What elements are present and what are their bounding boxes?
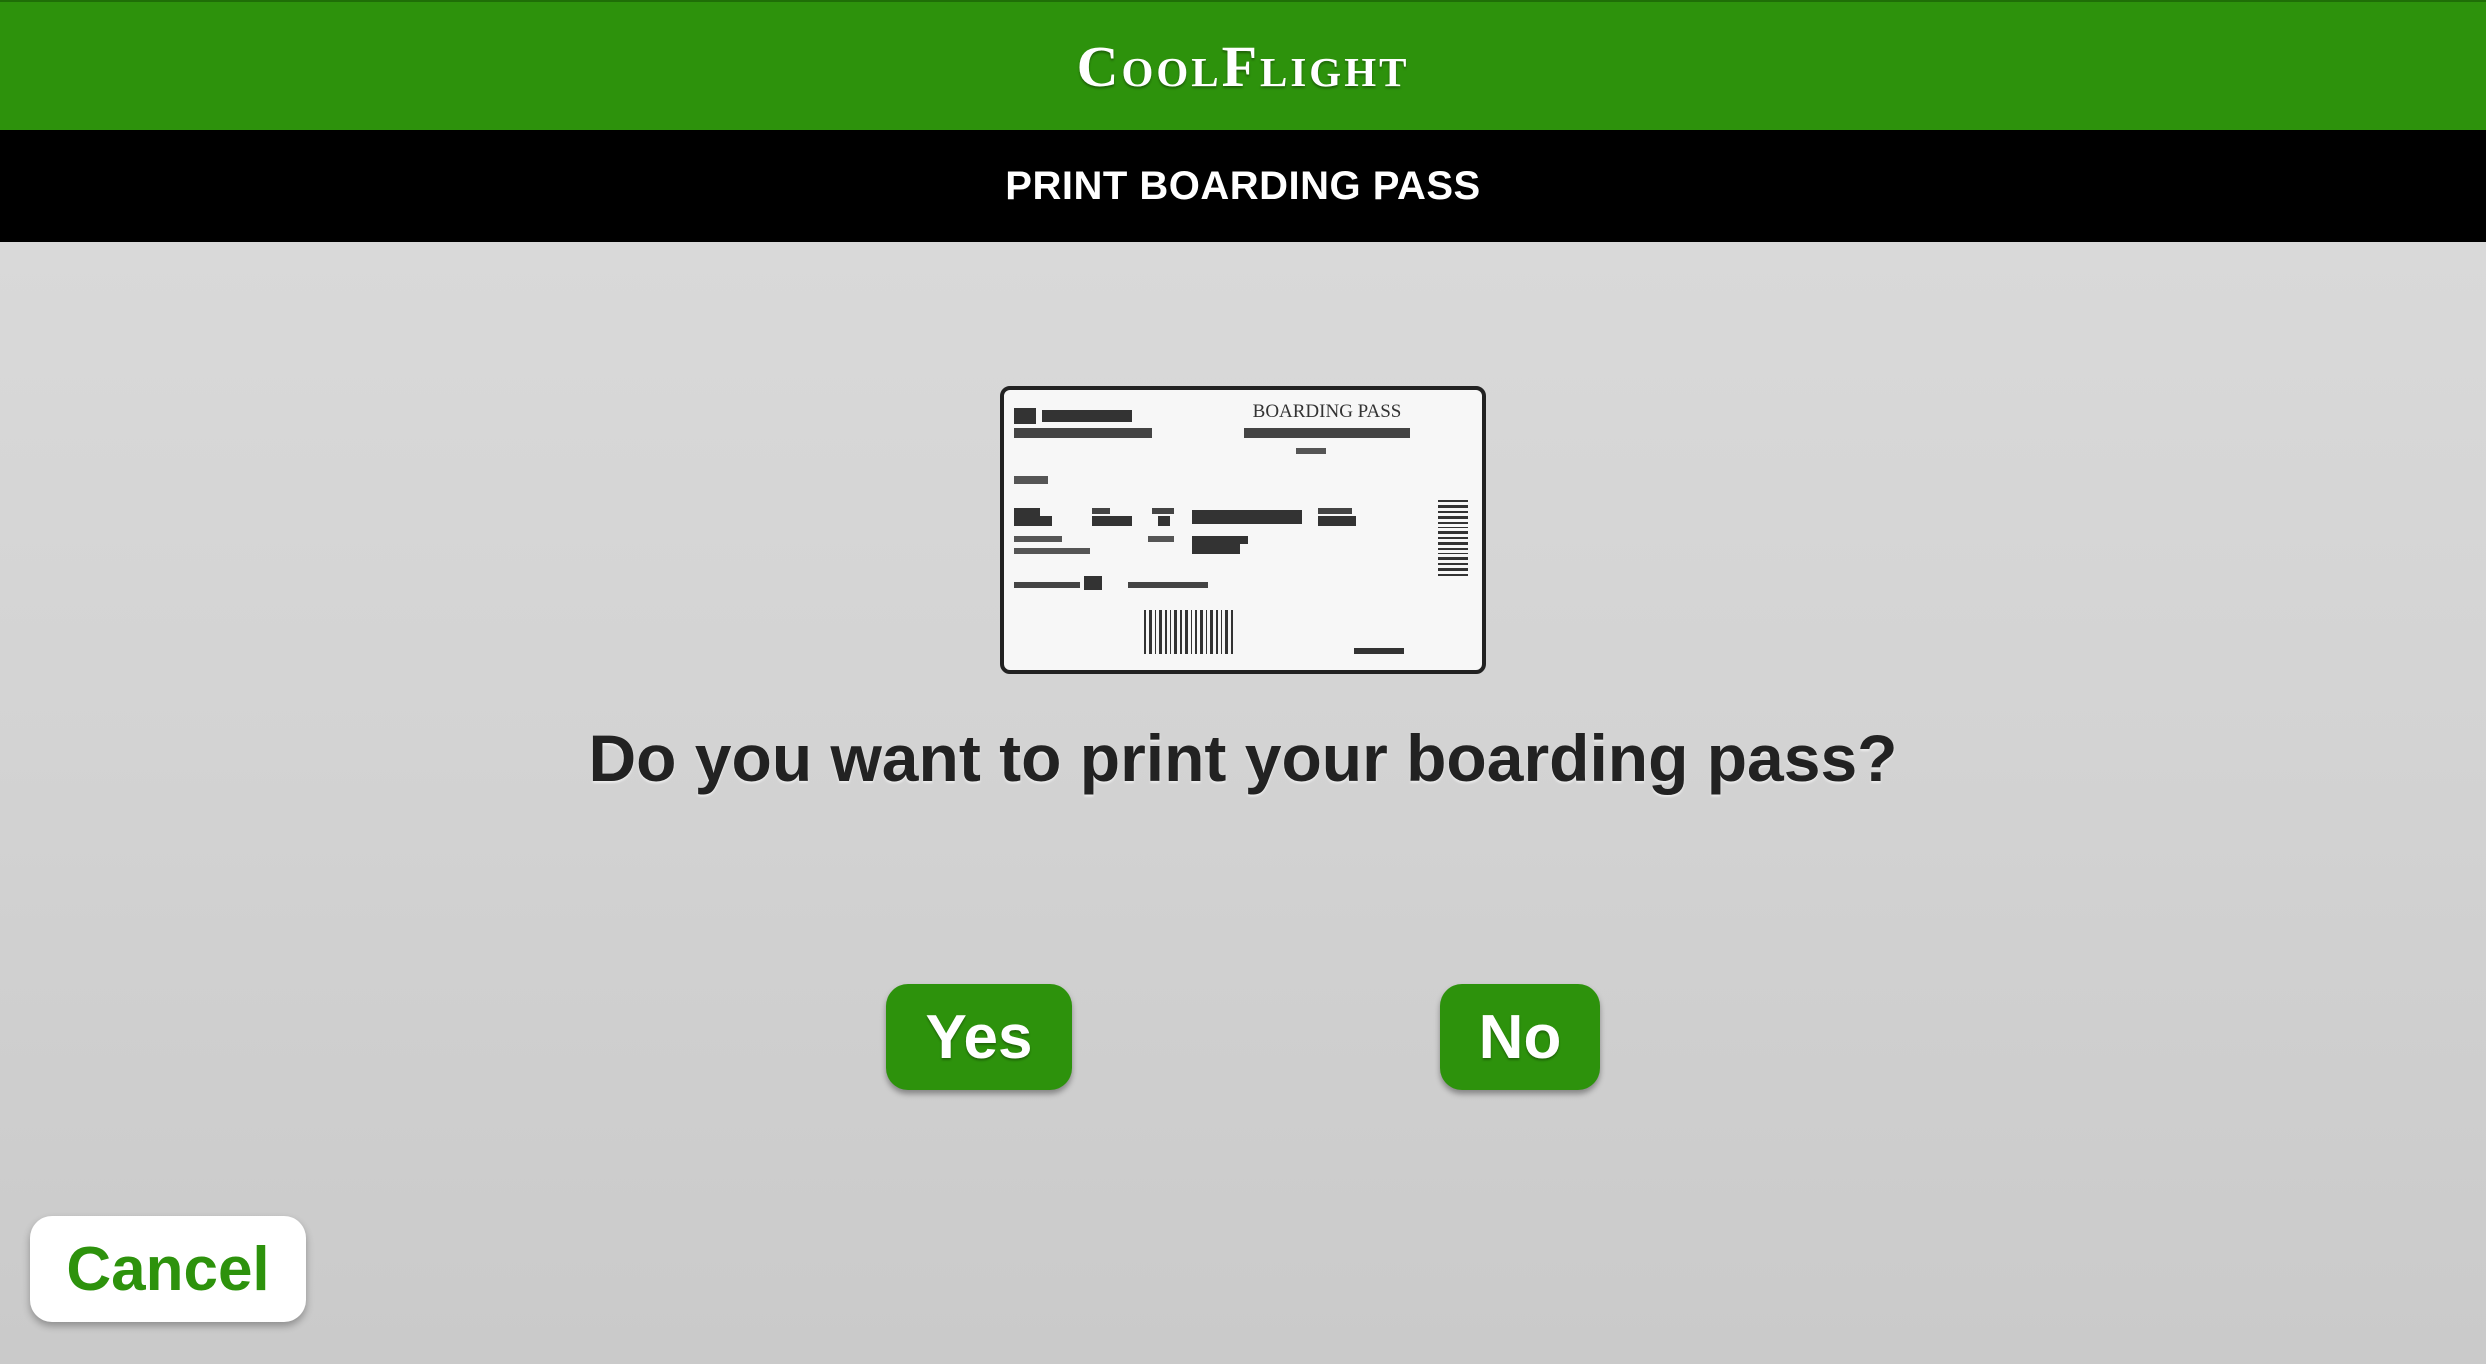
print-question: Do you want to print your boarding pass? <box>588 721 1898 795</box>
yes-button[interactable]: Yes <box>886 984 1072 1090</box>
no-button[interactable]: No <box>1440 984 1600 1090</box>
brand-logo: CoolFlight <box>1076 33 1410 99</box>
page-title-bar: PRINT BOARDING PASS <box>0 130 2486 242</box>
page-title: PRINT BOARDING PASS <box>1005 163 1481 208</box>
boarding-pass-heading: BOARDING PASS <box>1253 401 1402 422</box>
brand-header: CoolFlight <box>0 0 2486 130</box>
cancel-button[interactable]: Cancel <box>30 1216 306 1322</box>
boarding-pass-illustration: BOARDING PASS <box>1000 386 1486 674</box>
